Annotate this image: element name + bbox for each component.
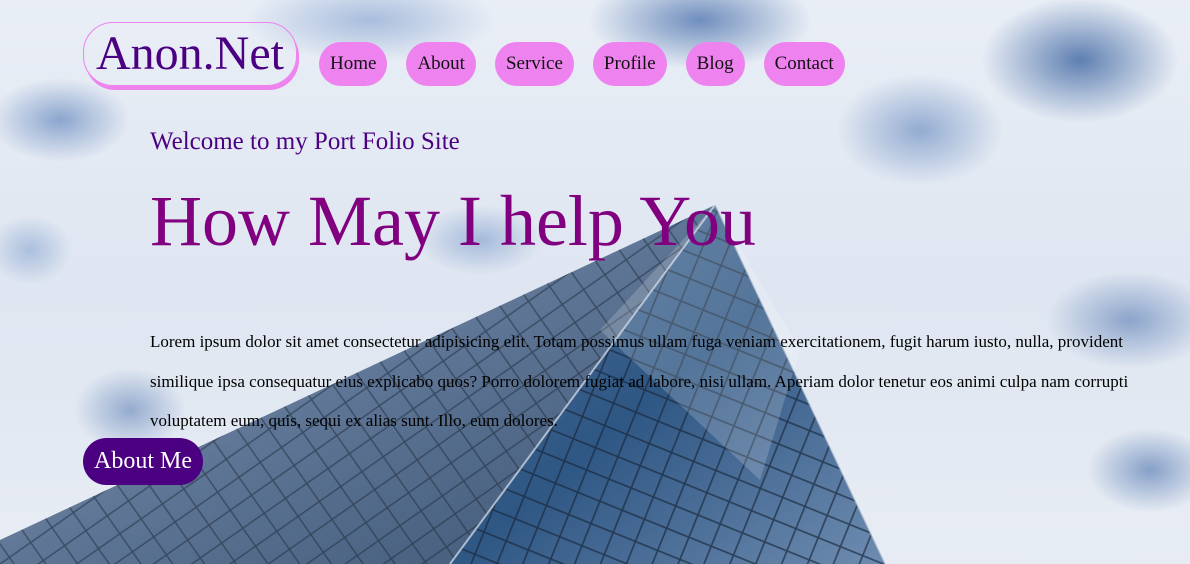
nav-profile-button[interactable]: Profile bbox=[592, 42, 667, 86]
site-logo[interactable]: Anon.Net bbox=[83, 22, 297, 86]
hero-paragraph: Lorem ipsum dolor sit amet consectetur a… bbox=[150, 332, 1129, 430]
nav-home-button[interactable]: Home bbox=[319, 42, 388, 86]
main-nav: Home About Service Profile Blog Contact bbox=[319, 42, 845, 86]
about-me-button[interactable]: About Me bbox=[83, 438, 203, 485]
nav-blog-button[interactable]: Blog bbox=[685, 42, 745, 86]
hero-headline: How May I help You bbox=[150, 181, 757, 261]
nav-contact-button[interactable]: Contact bbox=[763, 42, 845, 86]
nav-about-button[interactable]: About bbox=[406, 42, 476, 86]
welcome-subtitle: Welcome to my Port Folio Site bbox=[150, 128, 460, 155]
nav-service-button[interactable]: Service bbox=[494, 42, 574, 86]
